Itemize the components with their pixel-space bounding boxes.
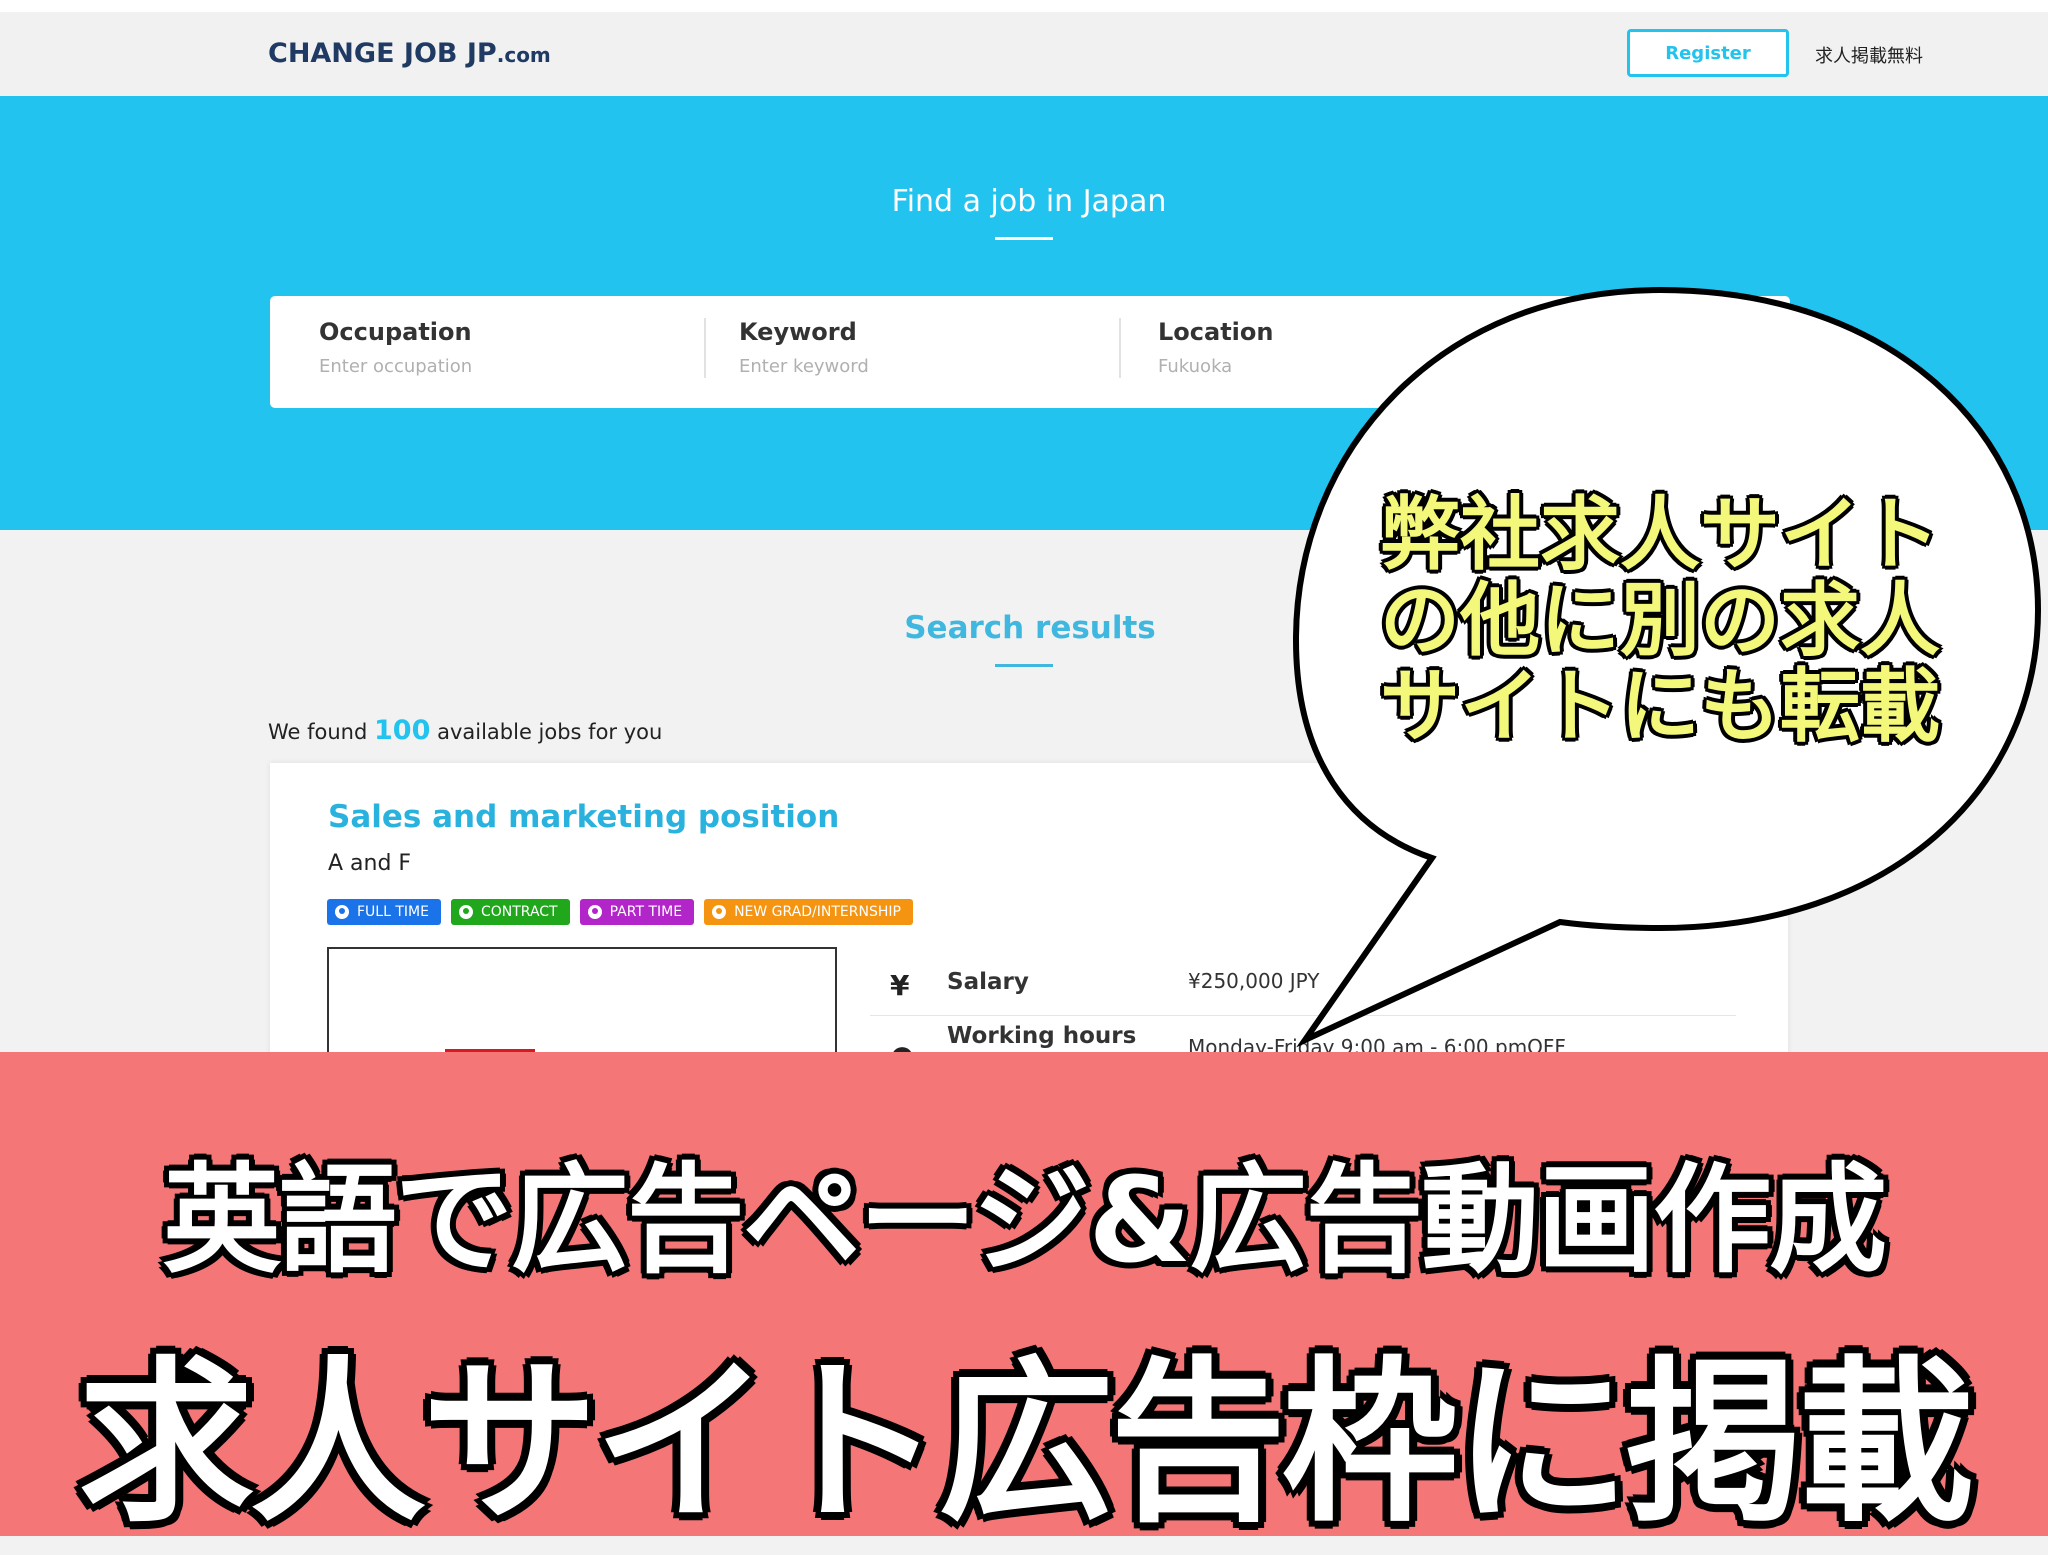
bubble-caption: 弊社求人サイト の他に別の求人 サイトにも転載	[1380, 492, 2020, 750]
logo-main: CHANGE JOB JP	[268, 38, 497, 69]
results-count-text: We found 100 available jobs for you	[268, 715, 662, 746]
site-logo[interactable]: CHANGE JOB JP.com	[268, 38, 551, 69]
bubble-line-3: サイトにも転載	[1380, 660, 1940, 753]
occupation-field[interactable]: Occupation Enter occupation	[319, 318, 472, 377]
occupation-label: Occupation	[319, 318, 472, 346]
top-strip	[0, 0, 2048, 12]
hero-underline	[995, 237, 1053, 240]
tag-label: PART TIME	[609, 904, 683, 920]
free-posting-link[interactable]: 求人掲載無料	[1815, 42, 1923, 68]
found-suffix: available jobs for you	[437, 720, 663, 744]
results-underline	[995, 664, 1053, 667]
job-title[interactable]: Sales and marketing position	[328, 799, 839, 835]
hero-section: Find a job in Japan Occupation Enter occ…	[0, 96, 2048, 530]
location-label: Location	[1158, 318, 1274, 346]
location-input[interactable]: Fukuoka	[1158, 356, 1273, 377]
user-icon	[335, 905, 349, 919]
occupation-input[interactable]: Enter occupation	[319, 356, 472, 377]
location-field[interactable]: Location Fukuoka	[1158, 318, 1273, 377]
banner-main-text: 求人サイト広告枠に掲載	[77, 1341, 1974, 1546]
hours-label: Working hours	[947, 1023, 1137, 1049]
tag-part-time: PART TIME	[579, 899, 695, 925]
tag-label: CONTRACT	[480, 904, 558, 920]
keyword-input[interactable]: Enter keyword	[739, 356, 869, 377]
keyword-field[interactable]: Keyword Enter keyword	[739, 318, 869, 377]
promo-banner: 英語で広告ページ&広告動画作成 求人サイト広告枠に掲載	[0, 1052, 2048, 1546]
register-button[interactable]: Register	[1627, 29, 1789, 77]
found-prefix: We found	[268, 720, 368, 744]
tag-new-grad: NEW GRAD/INTERNSHIP	[704, 899, 913, 925]
banner-headline: 英語で広告ページ&広告動画作成	[162, 1151, 1888, 1289]
yen-icon: ¥	[890, 969, 910, 1002]
tag-full-time: FULL TIME	[327, 899, 441, 925]
site-header: CHANGE JOB JP.com Register 求人掲載無料	[0, 12, 2048, 97]
row-divider	[870, 1015, 1736, 1016]
salary-label: Salary	[947, 969, 1029, 995]
user-icon	[712, 905, 727, 919]
bubble-line-1: 弊社求人サイト	[1380, 488, 1940, 581]
job-type-tags: FULL TIME CONTRACT PART TIME NEW GRAD/IN…	[327, 899, 913, 925]
tag-contract: CONTRACT	[450, 899, 570, 925]
field-divider	[704, 318, 706, 378]
hero-title: Find a job in Japan	[891, 184, 1167, 219]
tag-label: NEW GRAD/INTERNSHIP	[734, 904, 901, 920]
company-name: A and F	[328, 851, 412, 876]
salary-value: ¥250,000 JPY	[1188, 969, 1320, 993]
user-icon	[587, 905, 602, 919]
user-icon	[458, 905, 473, 919]
logo-suffix: .com	[496, 43, 551, 67]
field-divider	[1119, 318, 1121, 378]
keyword-label: Keyword	[739, 318, 857, 346]
results-count: 100	[374, 715, 431, 746]
job-card[interactable]: Sales and marketing position A and F FUL…	[270, 763, 1788, 1087]
bubble-line-2: の他に別の求人	[1380, 574, 1940, 667]
tag-label: FULL TIME	[357, 904, 429, 920]
search-box: Occupation Enter occupation Keyword Ente…	[270, 296, 1790, 408]
